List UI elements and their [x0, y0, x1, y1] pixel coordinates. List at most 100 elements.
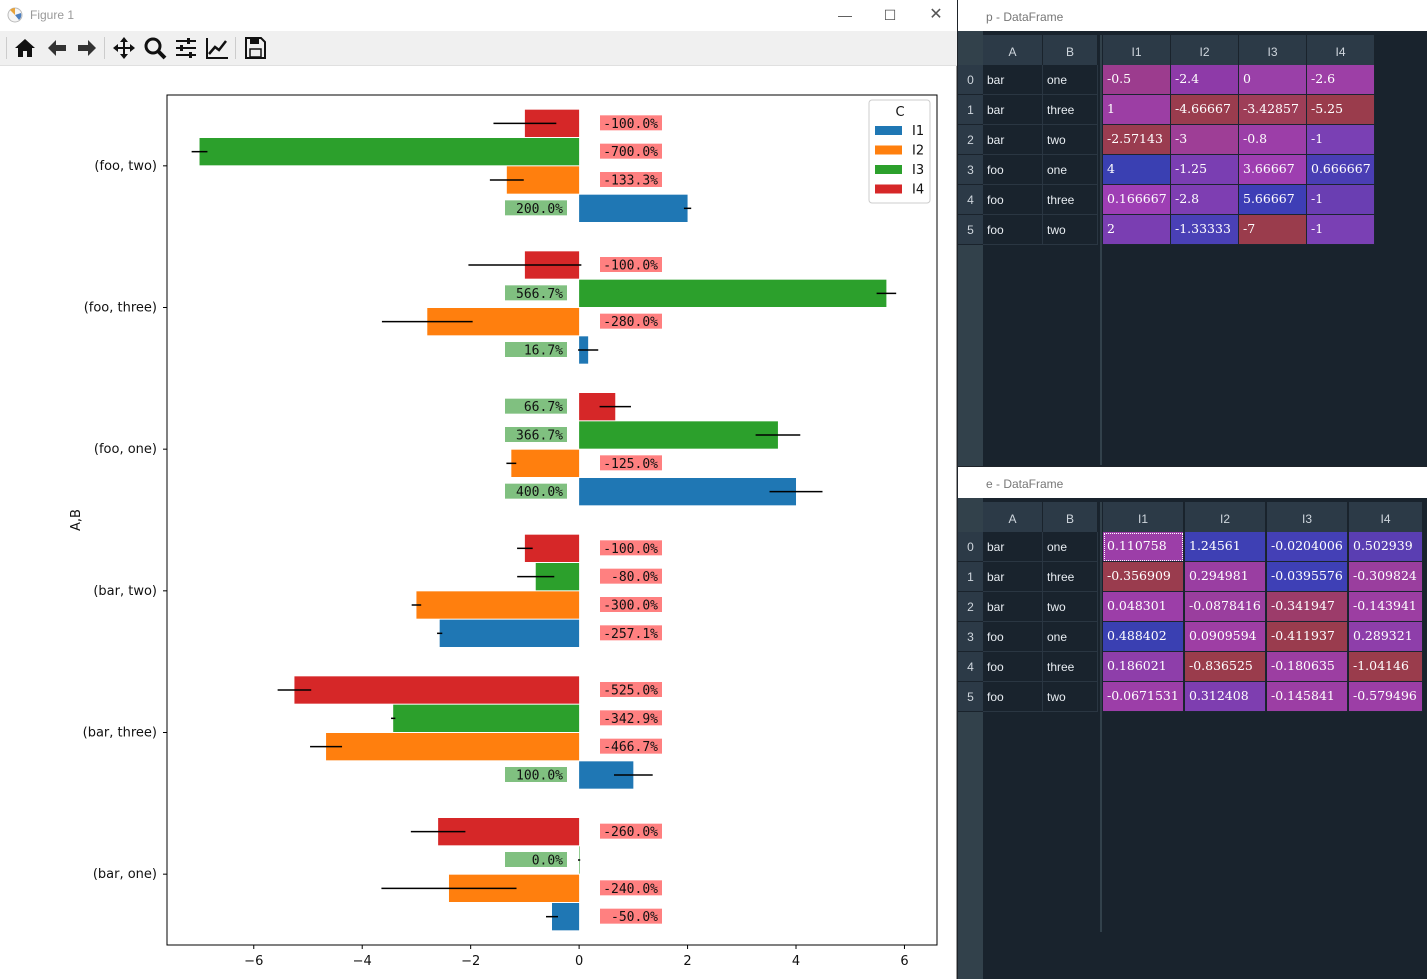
table-cell[interactable]: -7 — [1239, 215, 1307, 245]
table-cell[interactable]: 0.312408 — [1185, 682, 1266, 712]
table-cell[interactable]: 4 — [1103, 155, 1171, 185]
table-cell[interactable]: 0.488402 — [1103, 622, 1184, 652]
row-index[interactable]: 1 — [958, 95, 983, 125]
forward-icon[interactable] — [74, 35, 100, 61]
plot-canvas[interactable]: -50.0% -240.0% 0.0% -260.0% 100.0% -466.7% -34… — [0, 65, 956, 979]
table-cell[interactable]: 3.66667 — [1239, 155, 1307, 185]
row-index[interactable]: 2 — [958, 592, 983, 622]
index-cell-B[interactable]: one — [1043, 65, 1098, 95]
table-cell[interactable]: 0.0909594 — [1185, 622, 1266, 652]
table-cell[interactable]: -0.309824 — [1349, 562, 1423, 592]
table-cell[interactable]: -0.0204006 — [1267, 532, 1348, 562]
table-cell[interactable]: -2.57143 — [1103, 125, 1171, 155]
row-index[interactable]: 4 — [958, 185, 983, 215]
index-cell-A[interactable]: foo — [983, 215, 1043, 245]
table-cell[interactable]: -0.579496 — [1349, 682, 1423, 712]
index-cell-A[interactable]: bar — [983, 562, 1043, 592]
index-cell-B[interactable]: three — [1043, 95, 1098, 125]
index-header-B[interactable]: B — [1043, 35, 1098, 65]
index-cell-B[interactable]: two — [1043, 682, 1098, 712]
table-cell[interactable]: -1.04146 — [1349, 652, 1423, 682]
table-cell[interactable]: -1 — [1307, 125, 1375, 155]
index-cell-A[interactable]: bar — [983, 125, 1043, 155]
index-cell-A[interactable]: bar — [983, 65, 1043, 95]
column-header-I4[interactable]: I4 — [1349, 502, 1423, 532]
index-cell-B[interactable]: one — [1043, 532, 1098, 562]
table-cell[interactable]: -0.8 — [1239, 125, 1307, 155]
table-cell[interactable]: -1 — [1307, 185, 1375, 215]
table-cell[interactable]: -0.341947 — [1267, 592, 1348, 622]
row-index[interactable]: 5 — [958, 215, 983, 245]
index-cell-A[interactable]: foo — [983, 682, 1043, 712]
figure-titlebar[interactable]: Figure 1 — ☐ ✕ — [0, 0, 957, 31]
index-cell-B[interactable]: two — [1043, 592, 1098, 622]
row-index[interactable]: 5 — [958, 682, 983, 712]
table-cell[interactable]: 5.66667 — [1239, 185, 1307, 215]
row-index[interactable]: 0 — [958, 65, 983, 95]
index-cell-B[interactable]: one — [1043, 622, 1098, 652]
index-header-A[interactable]: A — [983, 35, 1043, 65]
table-cell[interactable]: -1 — [1307, 215, 1375, 245]
close-button[interactable]: ✕ — [921, 4, 951, 26]
column-header-I1[interactable]: I1 — [1103, 35, 1171, 65]
table-cell[interactable]: 0.666667 — [1307, 155, 1375, 185]
table-cell[interactable]: -0.143941 — [1349, 592, 1423, 622]
table-cell[interactable]: 1 — [1103, 95, 1171, 125]
pan-icon[interactable] — [111, 35, 137, 61]
row-index[interactable]: 0 — [958, 532, 983, 562]
zoom-icon[interactable] — [142, 35, 168, 61]
index-cell-A[interactable]: foo — [983, 155, 1043, 185]
table-cell[interactable]: 0.110758 — [1103, 532, 1184, 562]
index-cell-A[interactable]: bar — [983, 592, 1043, 622]
table-cell[interactable]: -1.33333 — [1171, 215, 1239, 245]
column-header-I2[interactable]: I2 — [1185, 502, 1266, 532]
index-cell-B[interactable]: three — [1043, 185, 1098, 215]
table-cell[interactable]: 0.502939 — [1349, 532, 1423, 562]
table-cell[interactable]: -2.4 — [1171, 65, 1239, 95]
table-cell[interactable]: 0.289321 — [1349, 622, 1423, 652]
table-cell[interactable]: 0.294981 — [1185, 562, 1266, 592]
index-cell-A[interactable]: foo — [983, 622, 1043, 652]
table-cell[interactable]: 0.048301 — [1103, 592, 1184, 622]
table-cell[interactable]: -0.0395576 — [1267, 562, 1348, 592]
index-cell-A[interactable]: bar — [983, 95, 1043, 125]
table-cell[interactable]: -0.836525 — [1185, 652, 1266, 682]
table-cell[interactable]: -2.8 — [1171, 185, 1239, 215]
row-index[interactable]: 1 — [958, 562, 983, 592]
row-index[interactable]: 3 — [958, 622, 983, 652]
table-cell[interactable]: 0 — [1239, 65, 1307, 95]
p-dataframe-titlebar[interactable]: p - DataFrame — [958, 0, 1427, 31]
table-cell[interactable]: -0.0878416 — [1185, 592, 1266, 622]
index-cell-A[interactable]: foo — [983, 652, 1043, 682]
column-header-I3[interactable]: I3 — [1239, 35, 1307, 65]
minimize-button[interactable]: — — [830, 4, 860, 26]
table-cell[interactable]: -0.356909 — [1103, 562, 1184, 592]
table-cell[interactable]: -0.0671531 — [1103, 682, 1184, 712]
table-cell[interactable]: 2 — [1103, 215, 1171, 245]
column-header-I1[interactable]: I1 — [1103, 502, 1184, 532]
column-header-I4[interactable]: I4 — [1307, 35, 1375, 65]
table-cell[interactable]: -0.180635 — [1267, 652, 1348, 682]
table-cell[interactable]: -4.66667 — [1171, 95, 1239, 125]
table-cell[interactable]: -5.25 — [1307, 95, 1375, 125]
configure-subplots-icon[interactable] — [173, 35, 199, 61]
e-dataframe-titlebar[interactable]: e - DataFrame — [958, 467, 1427, 498]
index-header-B[interactable]: B — [1043, 502, 1098, 532]
table-cell[interactable]: 1.24561 — [1185, 532, 1266, 562]
row-index[interactable]: 3 — [958, 155, 983, 185]
row-index[interactable]: 2 — [958, 125, 983, 155]
index-header-A[interactable]: A — [983, 502, 1043, 532]
table-cell[interactable]: -0.411937 — [1267, 622, 1348, 652]
column-header-I3[interactable]: I3 — [1267, 502, 1348, 532]
maximize-button[interactable]: ☐ — [875, 4, 905, 26]
table-cell[interactable]: -3.42857 — [1239, 95, 1307, 125]
index-cell-B[interactable]: two — [1043, 215, 1098, 245]
back-icon[interactable] — [44, 35, 70, 61]
row-index[interactable]: 4 — [958, 652, 983, 682]
index-cell-A[interactable]: foo — [983, 185, 1043, 215]
index-cell-A[interactable]: bar — [983, 532, 1043, 562]
edit-axis-icon[interactable] — [204, 35, 230, 61]
table-cell[interactable]: -0.5 — [1103, 65, 1171, 95]
index-cell-B[interactable]: one — [1043, 155, 1098, 185]
table-cell[interactable]: -1.25 — [1171, 155, 1239, 185]
